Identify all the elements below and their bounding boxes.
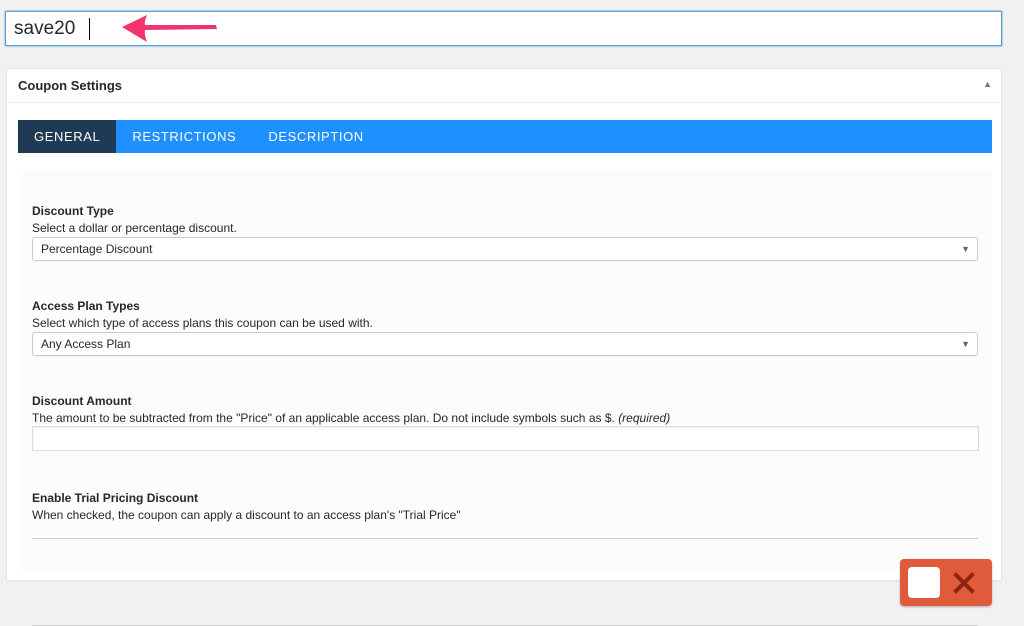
- trial-discount-description: When checked, the coupon can apply a dis…: [32, 508, 461, 522]
- coupon-settings-header[interactable]: Coupon Settings ▲: [7, 69, 1001, 103]
- annotation-arrow-icon: [122, 15, 217, 42]
- trial-discount-field: Enable Trial Pricing Discount When check…: [32, 491, 979, 522]
- required-note: (required): [618, 411, 671, 425]
- x-icon: [953, 572, 975, 594]
- tab-restrictions[interactable]: RESTRICTIONS: [116, 120, 252, 153]
- trial-discount-label: Enable Trial Pricing Discount: [32, 491, 199, 505]
- collapse-toggle-icon[interactable]: ▲: [983, 79, 992, 89]
- settings-tab-bar: GENERAL RESTRICTIONS DESCRIPTION: [18, 120, 992, 153]
- discount-amount-input[interactable]: [32, 426, 979, 451]
- coupon-settings-box: Coupon Settings ▲ GENERAL RESTRICTIONS D…: [6, 68, 1002, 626]
- discount-amount-description: The amount to be subtracted from the "Pr…: [32, 411, 615, 425]
- toggle-knob: [908, 567, 940, 598]
- select-arrow-icon: ▼: [961, 339, 970, 349]
- text-caret: [89, 18, 90, 40]
- discount-amount-description-row: The amount to be subtracted from the "Pr…: [32, 411, 979, 425]
- access-plan-types-label: Access Plan Types: [32, 299, 140, 313]
- discount-type-description: Select a dollar or percentage discount.: [32, 221, 237, 235]
- select-arrow-icon: ▼: [961, 244, 970, 254]
- discount-type-selected: Percentage Discount: [41, 242, 153, 256]
- tab-description[interactable]: DESCRIPTION: [252, 120, 379, 153]
- discount-type-label: Discount Type: [32, 204, 114, 218]
- access-plan-types-field: Access Plan Types Select which type of a…: [32, 299, 979, 356]
- access-plan-types-selected: Any Access Plan: [41, 337, 131, 351]
- field-divider: [32, 538, 978, 539]
- discount-amount-label: Discount Amount: [32, 394, 132, 408]
- discount-type-select[interactable]: Percentage Discount ▼: [32, 237, 978, 261]
- coupon-settings-title: Coupon Settings: [18, 78, 122, 93]
- access-plan-types-description: Select which type of access plans this c…: [32, 316, 373, 330]
- trial-discount-toggle[interactable]: [900, 559, 992, 606]
- general-tab-panel: Discount Type Select a dollar or percent…: [18, 170, 992, 626]
- access-plan-types-select[interactable]: Any Access Plan ▼: [32, 332, 978, 356]
- discount-type-field: Discount Type Select a dollar or percent…: [32, 204, 979, 261]
- tab-general[interactable]: GENERAL: [18, 120, 117, 153]
- discount-amount-field: Discount Amount The amount to be subtrac…: [32, 394, 979, 451]
